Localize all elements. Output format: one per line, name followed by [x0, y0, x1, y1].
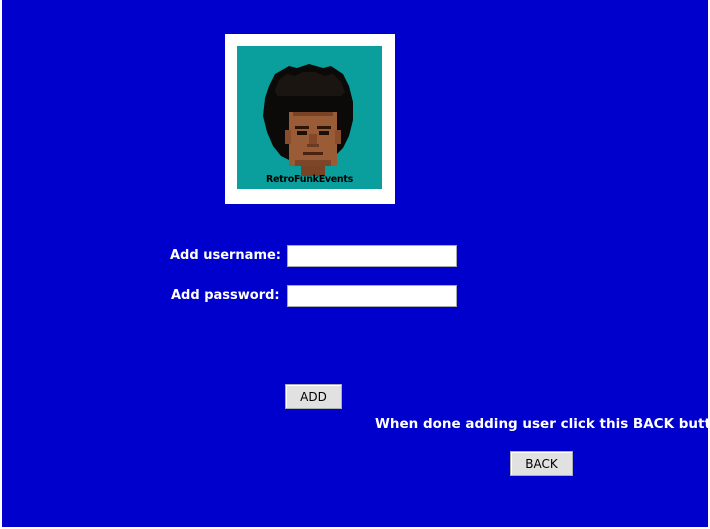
password-label: Add password: [171, 288, 280, 303]
back-instruction-text: When done adding user click this BACK bu… [375, 416, 710, 432]
logo-frame: RetroFunkEvents [225, 34, 395, 204]
add-button[interactable]: ADD [285, 384, 342, 409]
username-input[interactable] [287, 245, 457, 267]
password-input[interactable] [287, 285, 457, 307]
back-button[interactable]: BACK [510, 451, 573, 476]
add-user-page: RetroFunkEvents Add username: Add passwo… [2, 0, 710, 527]
afro-avatar-illustration [263, 64, 353, 176]
username-label: Add username: [170, 248, 282, 263]
logo-caption: RetroFunkEvents [266, 174, 353, 185]
retrofunk-logo: RetroFunkEvents [237, 46, 382, 189]
